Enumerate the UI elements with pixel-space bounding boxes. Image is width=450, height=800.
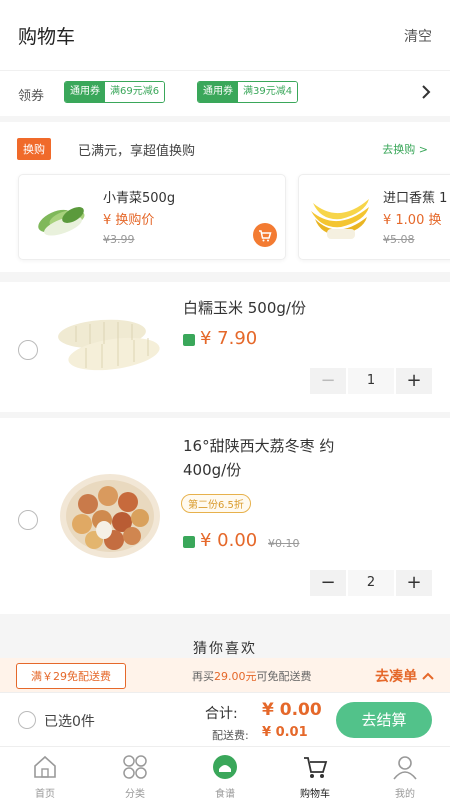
recommendations-title: 猜你喜欢 bbox=[193, 641, 257, 657]
item-name-line-2: 400g/份 bbox=[183, 461, 242, 479]
cart-item: 16°甜陕西大荔冬枣 约 400g/份 第二份6.5折 ¥ 0.00 ¥0.10… bbox=[0, 418, 450, 614]
coupon-2[interactable]: 通用券 满39元减4 bbox=[197, 81, 299, 103]
cart-page: 购物车 清空 领券 通用券 满69元减6 通用券 满39元减4 换购 已满元，享… bbox=[0, 0, 450, 800]
swap-product-price: ¥ 换购价 bbox=[103, 213, 155, 228]
delivery-fee-label: 配送费: bbox=[212, 729, 249, 742]
tab-label: 首页 bbox=[35, 789, 55, 800]
total-amount: ¥ 0.00 bbox=[262, 700, 322, 720]
decrease-button[interactable]: − bbox=[310, 368, 346, 394]
home-icon bbox=[34, 755, 56, 778]
swap-product-original-price: ¥5.08 bbox=[383, 233, 415, 246]
tab-label: 食谱 bbox=[215, 789, 235, 800]
jujube-image bbox=[60, 474, 160, 558]
tab-profile[interactable]: 我的 bbox=[360, 747, 450, 800]
coupon-value: 满39元减4 bbox=[238, 82, 298, 102]
tab-label: 我的 bbox=[395, 789, 415, 800]
delivery-fee-amount: ¥ 0.01 bbox=[262, 725, 308, 740]
increase-button[interactable]: + bbox=[396, 570, 432, 596]
category-icon bbox=[123, 755, 147, 779]
delivery-hint-amount: 29.00元 bbox=[214, 670, 257, 683]
recipe-icon bbox=[213, 755, 237, 779]
tab-label: 分类 bbox=[125, 789, 145, 800]
cart-icon bbox=[259, 230, 272, 242]
swap-product-name: 进口香蕉 1 bbox=[383, 191, 448, 206]
header: 购物车 清空 bbox=[0, 0, 450, 70]
delivery-hint-prefix: 再买 bbox=[192, 670, 214, 683]
add-more-label: 去凑单 bbox=[375, 669, 418, 685]
total-label: 合计: bbox=[205, 706, 238, 722]
corn-image bbox=[58, 319, 160, 371]
fresh-tag-icon bbox=[183, 536, 195, 548]
chevron-up-icon bbox=[422, 672, 434, 680]
swap-product-price: ¥ 1.00 换 bbox=[383, 213, 442, 228]
free-delivery-tag: 满￥29免配送费 bbox=[16, 663, 126, 689]
item-price: ¥ 0.00 bbox=[200, 530, 258, 551]
swap-product-card[interactable]: 小青菜500g ¥ 换购价 ¥3.99 bbox=[18, 174, 286, 260]
item-select-radio[interactable] bbox=[18, 510, 38, 530]
add-more-link[interactable]: 去凑单 bbox=[375, 666, 434, 686]
item-name-line-1: 16°甜陕西大荔冬枣 约 bbox=[183, 437, 335, 455]
page-title: 购物车 bbox=[18, 26, 76, 48]
tab-cart[interactable]: 购物车 bbox=[270, 747, 360, 800]
fresh-tag-icon bbox=[183, 334, 195, 346]
cart-icon bbox=[304, 757, 328, 778]
tab-home[interactable]: 首页 bbox=[0, 747, 90, 800]
swap-product-name: 小青菜500g bbox=[103, 191, 176, 206]
recommendations-header: 猜你喜欢 bbox=[0, 620, 450, 658]
quantity-value[interactable]: 2 bbox=[346, 570, 396, 596]
decrease-button[interactable]: − bbox=[310, 570, 346, 596]
tab-category[interactable]: 分类 bbox=[90, 747, 180, 800]
item-select-radio[interactable] bbox=[18, 340, 38, 360]
swap-badge: 换购 bbox=[17, 138, 51, 160]
item-original-price: ¥0.10 bbox=[268, 537, 300, 550]
chevron-right-icon[interactable] bbox=[416, 81, 436, 103]
coupon-type: 通用券 bbox=[65, 82, 105, 102]
coupon-1[interactable]: 通用券 满69元减6 bbox=[64, 81, 166, 103]
coupon-label: 领券 bbox=[18, 89, 45, 104]
clear-cart-button[interactable]: 清空 bbox=[404, 26, 432, 46]
item-name: 白糯玉米 500g/份 bbox=[183, 299, 306, 317]
tab-bar: 首页 分类 食谱 购物车 我的 bbox=[0, 746, 450, 800]
delivery-fee-bar: 满￥29免配送费 再买29.00元可免配送费 去凑单 bbox=[0, 658, 450, 692]
profile-icon bbox=[393, 756, 417, 780]
delivery-hint-suffix: 可免配送费 bbox=[256, 670, 312, 683]
banana-image bbox=[311, 199, 369, 239]
coupon-type: 通用券 bbox=[198, 82, 238, 102]
swap-text: 已满元，享超值换购 bbox=[78, 144, 196, 159]
coupon-bar: 领券 通用券 满69元减6 通用券 满39元减4 bbox=[0, 70, 450, 116]
quantity-value[interactable]: 1 bbox=[346, 368, 396, 394]
select-all-radio[interactable] bbox=[18, 711, 36, 729]
checkout-button[interactable]: 去结算 bbox=[336, 702, 432, 738]
add-to-cart-button[interactable] bbox=[253, 223, 277, 247]
checkout-bar: 已选0件 合计: ¥ 0.00 配送费: ¥ 0.01 去结算 bbox=[0, 692, 450, 746]
swap-section: 换购 已满元，享超值换购 去换购 > 小青菜500g ¥ 换购价 ¥3.99 进… bbox=[0, 122, 450, 272]
selected-count: 已选0件 bbox=[44, 714, 95, 730]
coupon-value: 满69元减6 bbox=[105, 82, 165, 102]
delivery-hint: 再买29.00元可免配送费 bbox=[192, 668, 312, 684]
promo-tag: 第二份6.5折 bbox=[181, 494, 251, 513]
item-price: ¥ 7.90 bbox=[200, 328, 258, 349]
increase-button[interactable]: + bbox=[396, 368, 432, 394]
item-name: 16°甜陕西大荔冬枣 约 400g/份 bbox=[183, 434, 334, 482]
quantity-stepper[interactable]: − 1 + bbox=[310, 368, 432, 394]
quantity-stepper[interactable]: − 2 + bbox=[310, 570, 432, 596]
swap-product-card[interactable]: 进口香蕉 1 ¥ 1.00 换 ¥5.08 bbox=[298, 174, 450, 260]
cart-item: 白糯玉米 500g/份 ¥ 7.90 − 1 + bbox=[0, 282, 450, 412]
bok-choy-image bbox=[38, 207, 85, 236]
tab-label: 购物车 bbox=[300, 789, 330, 800]
tab-recipe[interactable]: 食谱 bbox=[180, 747, 270, 800]
swap-link[interactable]: 去换购 > bbox=[382, 141, 428, 157]
swap-product-original-price: ¥3.99 bbox=[103, 233, 135, 246]
